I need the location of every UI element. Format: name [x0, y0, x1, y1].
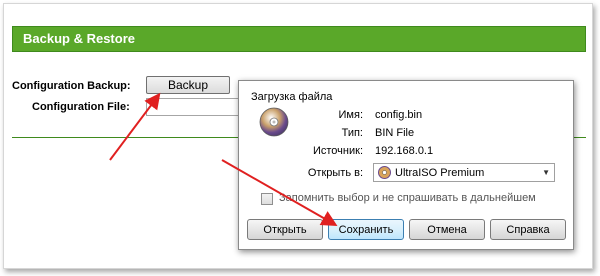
download-dialog: Загрузка файла Имя: config.bin Тип: BIN …: [238, 80, 574, 250]
name-value: config.bin: [375, 109, 423, 121]
backup-button[interactable]: Backup: [146, 76, 230, 94]
page-title: Backup & Restore: [23, 31, 135, 46]
dialog-title: Загрузка файла: [251, 91, 333, 103]
open-with-key: Открыть в:: [307, 167, 363, 179]
source-value: 192.168.0.1: [375, 145, 434, 157]
chevron-down-icon[interactable]: ▼: [542, 168, 550, 177]
page-divider-right: [572, 137, 586, 138]
config-file-input[interactable]: [146, 98, 242, 116]
open-with-value: UltraISO Premium: [395, 166, 485, 179]
screenshot-frame: Backup & Restore Configuration Backup: B…: [3, 3, 593, 269]
remember-checkbox[interactable]: [261, 193, 273, 205]
type-value: BIN File: [375, 127, 415, 139]
config-file-label: Configuration File:: [32, 101, 130, 113]
open-with-select[interactable]: UltraISO Premium ▼: [373, 163, 555, 182]
save-button[interactable]: Сохранить: [328, 219, 404, 240]
name-key: Имя:: [338, 109, 363, 121]
source-key: Источник:: [312, 145, 363, 157]
type-key: Тип:: [341, 127, 363, 139]
help-button[interactable]: Справка: [490, 219, 566, 240]
cancel-button[interactable]: Отмена: [409, 219, 485, 240]
config-backup-label: Configuration Backup:: [12, 80, 131, 92]
open-button[interactable]: Открыть: [247, 219, 323, 240]
page-divider: [12, 137, 242, 138]
page-header: Backup & Restore: [12, 26, 586, 52]
ultraiso-icon: [378, 166, 391, 179]
remember-label[interactable]: Запомнить выбор и не спрашивать в дальне…: [279, 192, 536, 204]
